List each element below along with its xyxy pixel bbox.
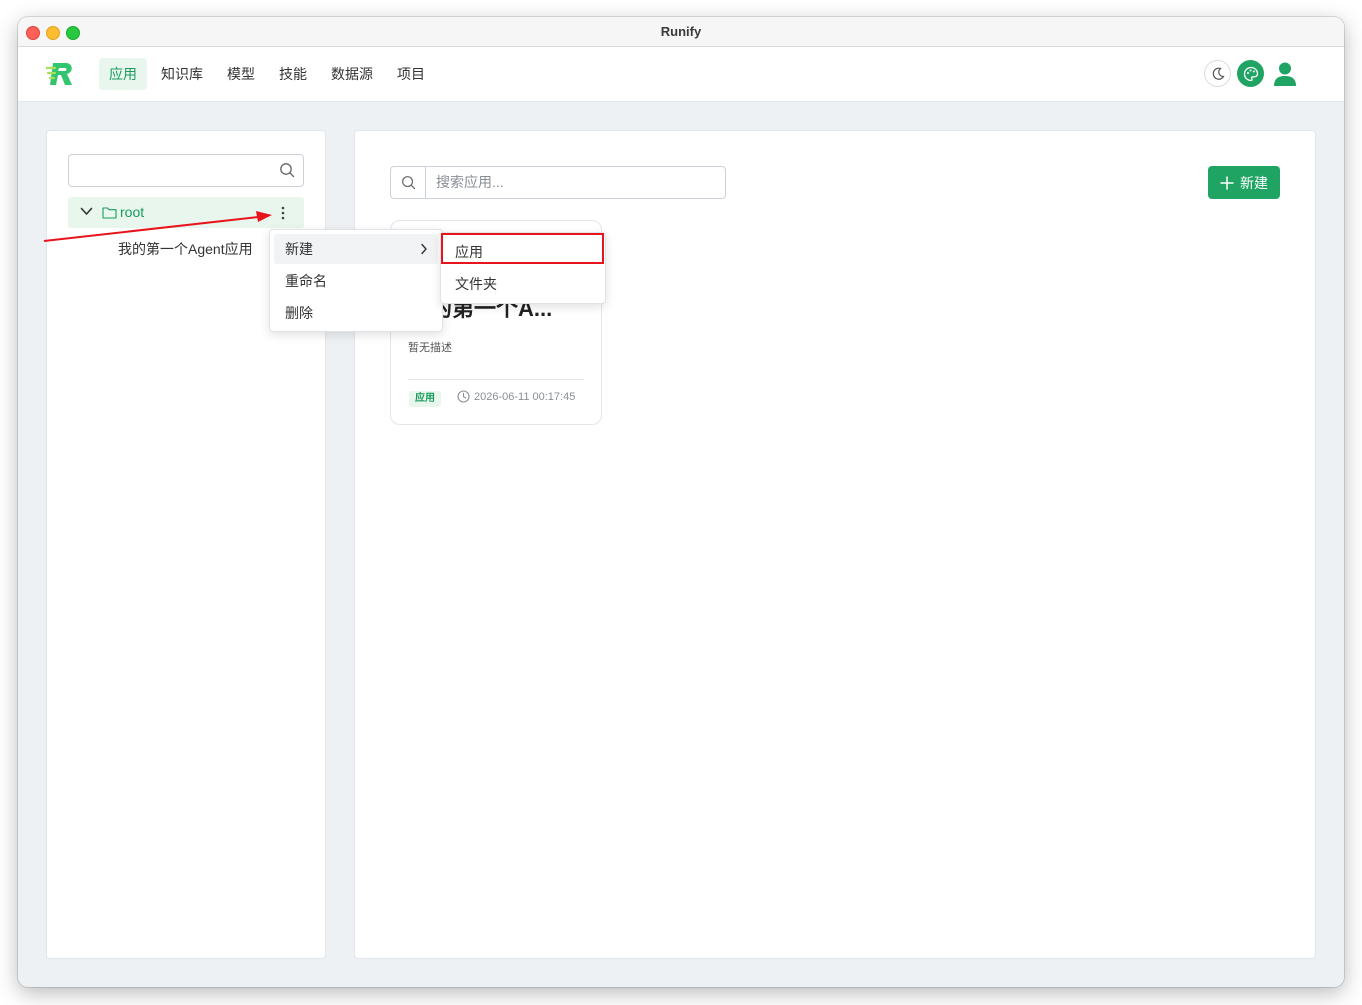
nav-item-models[interactable]: 模型 <box>217 58 265 90</box>
plus-icon <box>1220 175 1234 190</box>
app-card-timestamp: 2026-06-11 00:17:45 <box>474 390 576 403</box>
folder-icon <box>102 207 117 219</box>
new-submenu: 应用 文件夹 <box>440 232 606 304</box>
app-card-description: 暂无描述 <box>408 342 452 354</box>
app-window: Runify 应用 知识库 模型 技能 数据源 项目 root 我的第一个Age… <box>18 17 1344 987</box>
palette-button[interactable] <box>1237 60 1264 87</box>
more-vertical-icon[interactable] <box>277 204 289 222</box>
clock-icon <box>457 390 470 403</box>
menu-item-rename[interactable]: 重命名 <box>274 266 438 296</box>
window-title: Runify <box>660 24 702 39</box>
submenu-item-app[interactable]: 应用 <box>445 237 601 267</box>
chevron-down-icon[interactable] <box>80 207 93 216</box>
card-divider <box>408 379 584 380</box>
theme-toggle-button[interactable] <box>1204 60 1231 87</box>
app-search-input[interactable] <box>427 168 735 195</box>
search-prefix <box>391 167 426 198</box>
app-search-box <box>390 166 735 199</box>
menu-item-delete[interactable]: 删除 <box>274 298 438 328</box>
user-icon <box>1274 62 1296 86</box>
app-card-time: 2026-06-11 00:17:45 <box>457 390 575 403</box>
menu-item-new[interactable]: 新建 <box>274 234 438 264</box>
context-menu: 新建 重命名 删除 <box>269 229 443 332</box>
nav-item-skills[interactable]: 技能 <box>269 58 317 90</box>
search-icon <box>280 163 295 178</box>
new-button-label: 新建 <box>1240 174 1268 191</box>
user-profile-button[interactable] <box>1270 60 1300 87</box>
top-navbar: 应用 知识库 模型 技能 数据源 项目 <box>18 47 1344 102</box>
title-bar: Runify <box>18 17 1344 47</box>
nav-item-data-sources[interactable]: 数据源 <box>321 58 383 90</box>
runify-logo-icon[interactable] <box>46 59 78 89</box>
nav-item-knowledge-base[interactable]: 知识库 <box>151 58 213 90</box>
submenu-item-folder[interactable]: 文件夹 <box>445 269 601 299</box>
nav-item-projects[interactable]: 项目 <box>387 58 435 90</box>
nav-actions <box>1204 60 1300 87</box>
moon-icon <box>1212 67 1225 80</box>
menu-item-label: 新建 <box>285 241 313 257</box>
chevron-right-icon <box>421 243 427 255</box>
nav-item-apps[interactable]: 应用 <box>99 58 147 90</box>
new-app-button[interactable]: 新建 <box>1208 166 1280 199</box>
app-type-tag: 应用 <box>409 391 441 407</box>
main-nav: 应用 知识库 模型 技能 数据源 项目 <box>99 58 435 90</box>
tree-node-app[interactable]: 我的第一个Agent应用 <box>118 239 253 259</box>
tree-node-label: root <box>120 204 145 220</box>
palette-icon <box>1243 66 1258 81</box>
tree-node-root[interactable]: root <box>68 197 304 228</box>
tree-search-input[interactable] <box>68 154 304 187</box>
search-icon <box>402 176 416 190</box>
